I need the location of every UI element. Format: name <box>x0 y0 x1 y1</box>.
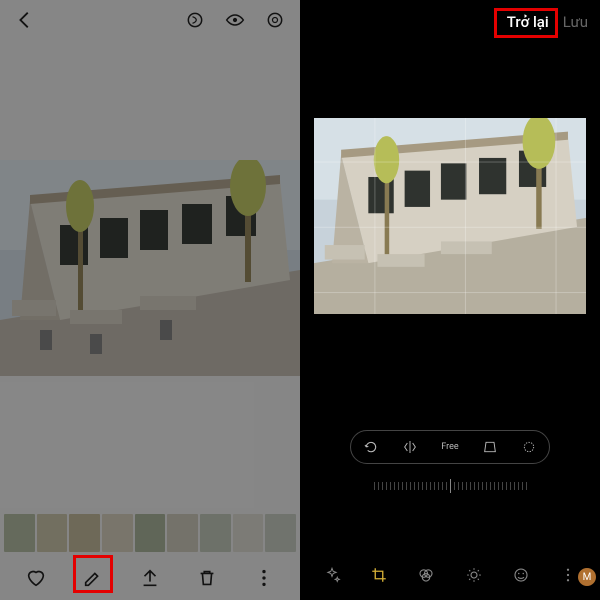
perspective-icon[interactable] <box>482 439 498 455</box>
editor-save-button[interactable]: Lưu <box>563 13 588 31</box>
favorite-button[interactable] <box>18 560 54 596</box>
thumb[interactable] <box>167 514 198 552</box>
stickers-icon[interactable] <box>509 563 533 587</box>
flip-icon[interactable] <box>402 439 418 455</box>
thumb[interactable] <box>102 514 133 552</box>
filters-icon[interactable] <box>414 563 438 587</box>
thumb[interactable] <box>135 514 166 552</box>
eye-icon[interactable] <box>224 9 246 31</box>
crop-grid <box>314 118 586 314</box>
edit-button[interactable] <box>75 560 111 596</box>
more-button[interactable] <box>246 560 282 596</box>
lasso-icon[interactable] <box>521 439 537 455</box>
free-ratio-icon[interactable]: Free <box>441 442 458 452</box>
thumb[interactable] <box>37 514 68 552</box>
thumb[interactable] <box>200 514 231 552</box>
editor-more-icon[interactable] <box>556 563 580 587</box>
thumb[interactable] <box>233 514 264 552</box>
circle-icon[interactable] <box>264 9 286 31</box>
editor-back-button[interactable]: Trở lại <box>507 13 549 31</box>
photo-editor-screen: Trở lại Lưu Free <box>300 0 600 600</box>
main-photo[interactable] <box>0 160 300 376</box>
bixby-vision-icon[interactable] <box>184 9 206 31</box>
rotate-icon[interactable] <box>363 439 379 455</box>
delete-button[interactable] <box>189 560 225 596</box>
thumbnail-strip[interactable] <box>0 514 300 552</box>
crop-icon[interactable] <box>367 563 391 587</box>
photo-illustration <box>0 160 300 376</box>
thumb[interactable] <box>69 514 100 552</box>
transform-toolbar: Free <box>350 430 550 464</box>
thumb[interactable] <box>4 514 35 552</box>
share-button[interactable] <box>132 560 168 596</box>
editor-toolbar <box>300 550 600 600</box>
thumb[interactable] <box>265 514 296 552</box>
gallery-viewer-screen <box>0 0 300 600</box>
profile-badge[interactable]: M <box>578 568 596 586</box>
autofix-icon[interactable] <box>320 563 344 587</box>
brightness-icon[interactable] <box>462 563 486 587</box>
back-icon[interactable] <box>14 9 36 31</box>
viewer-toolbar <box>0 556 300 600</box>
rotation-ruler[interactable] <box>320 478 580 494</box>
editor-canvas[interactable] <box>314 118 586 314</box>
